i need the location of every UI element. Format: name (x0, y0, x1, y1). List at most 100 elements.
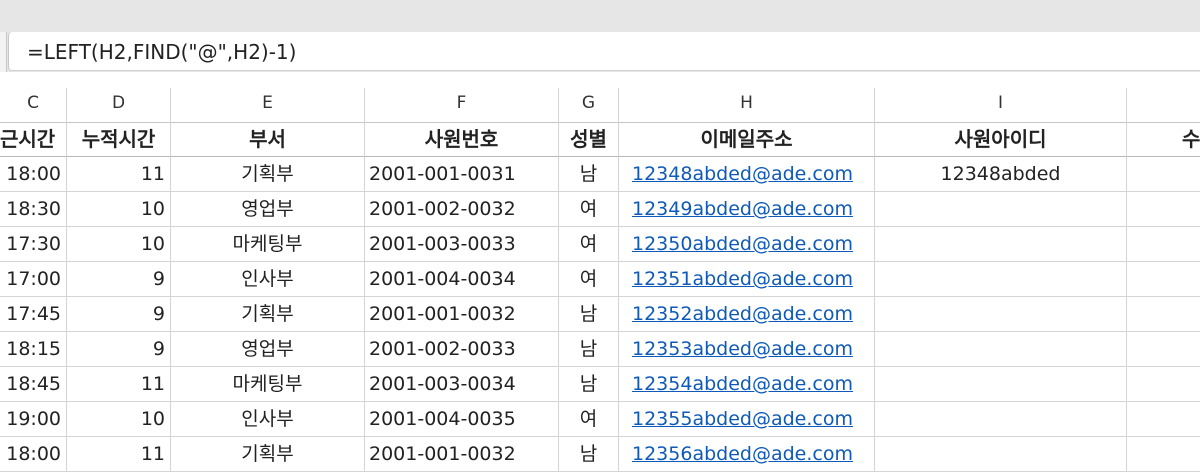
column-header-c[interactable]: C (0, 88, 67, 122)
column-header-d[interactable]: D (67, 88, 171, 122)
cell-hours[interactable]: 9 (67, 297, 171, 332)
cell-empty[interactable] (1127, 297, 1200, 332)
cell-email-link[interactable]: 12349abded@ade.com (619, 192, 875, 227)
column-header-h[interactable]: H (619, 88, 875, 122)
cell-empty[interactable] (1127, 437, 1200, 472)
cell-gender[interactable]: 여 (559, 402, 619, 437)
column-header-e[interactable]: E (171, 88, 365, 122)
cell-id[interactable] (875, 332, 1127, 367)
cell-email-link[interactable]: 12356abded@ade.com (619, 437, 875, 472)
header-cell[interactable]: 이메일주소 (619, 122, 875, 157)
cell-dept[interactable]: 마케팅부 (171, 367, 365, 402)
cell-gender[interactable]: 남 (559, 437, 619, 472)
formula-input[interactable]: =LEFT(H2,FIND("@",H2)-1) (8, 32, 1200, 71)
cell-id[interactable] (875, 192, 1127, 227)
cell-dept[interactable]: 영업부 (171, 192, 365, 227)
column-header-bar: C D E F G H I (0, 88, 1200, 123)
cell-emp-no[interactable]: 2001-004-0035 (365, 402, 559, 437)
cell-hours[interactable]: 9 (67, 332, 171, 367)
spreadsheet-grid[interactable]: C D E F G H I 근시간 누적시간 부서 사원번호 성별 이메일주소 … (0, 72, 1200, 472)
table-row: 17:30 10 마케팅부 2001-003-0033 여 12350abded… (0, 227, 1200, 262)
header-cell[interactable]: 성별 (559, 122, 619, 157)
cell-id[interactable] (875, 367, 1127, 402)
cell-email-link[interactable]: 12350abded@ade.com (619, 227, 875, 262)
cell-email-link[interactable]: 12351abded@ade.com (619, 262, 875, 297)
cell-emp-no[interactable]: 2001-003-0033 (365, 227, 559, 262)
cell-empty[interactable] (1127, 332, 1200, 367)
cell-emp-no[interactable]: 2001-003-0034 (365, 367, 559, 402)
cell-emp-no[interactable]: 2001-001-0032 (365, 437, 559, 472)
cell-gender[interactable]: 남 (559, 367, 619, 402)
cell-dept[interactable]: 인사부 (171, 402, 365, 437)
cell-gender[interactable]: 여 (559, 192, 619, 227)
cell-dept[interactable]: 인사부 (171, 262, 365, 297)
cell-time[interactable]: 17:00 (0, 262, 67, 297)
cell-gender[interactable]: 남 (559, 297, 619, 332)
cell-gender[interactable]: 여 (559, 227, 619, 262)
table-row: 18:00 11 기획부 2001-001-0031 남 12348abded@… (0, 157, 1200, 192)
cell-emp-no[interactable]: 2001-001-0032 (365, 297, 559, 332)
header-cell[interactable]: 근시간 (0, 122, 67, 157)
cell-id[interactable] (875, 402, 1127, 437)
column-header-g[interactable]: G (559, 88, 619, 122)
cell-email-link[interactable]: 12353abded@ade.com (619, 332, 875, 367)
cell-id[interactable]: 12348abded (875, 157, 1127, 192)
cell-empty[interactable] (1127, 262, 1200, 297)
cell-id[interactable] (875, 437, 1127, 472)
cell-id[interactable] (875, 297, 1127, 332)
table-header-row: 근시간 누적시간 부서 사원번호 성별 이메일주소 사원아이디 수 (0, 122, 1200, 157)
header-cell[interactable]: 수 (1127, 122, 1200, 157)
cell-empty[interactable] (1127, 367, 1200, 402)
cell-emp-no[interactable]: 2001-004-0034 (365, 262, 559, 297)
table-row: 18:45 11 마케팅부 2001-003-0034 남 12354abded… (0, 367, 1200, 402)
cell-time[interactable]: 18:00 (0, 437, 67, 472)
cell-empty[interactable] (1127, 402, 1200, 437)
header-cell[interactable]: 사원번호 (365, 122, 559, 157)
header-cell[interactable]: 부서 (171, 122, 365, 157)
cell-gender[interactable]: 여 (559, 262, 619, 297)
cell-dept[interactable]: 마케팅부 (171, 227, 365, 262)
cell-email-link[interactable]: 12348abded@ade.com (619, 157, 875, 192)
cell-empty[interactable] (1127, 192, 1200, 227)
formula-text: =LEFT(H2,FIND("@",H2)-1) (27, 40, 297, 64)
cell-gender[interactable]: 남 (559, 332, 619, 367)
cell-dept[interactable]: 영업부 (171, 332, 365, 367)
cell-hours[interactable]: 10 (67, 402, 171, 437)
column-header-f[interactable]: F (365, 88, 559, 122)
cell-id[interactable] (875, 227, 1127, 262)
cell-dept[interactable]: 기획부 (171, 297, 365, 332)
cell-hours[interactable]: 11 (67, 367, 171, 402)
cell-hours[interactable]: 11 (67, 157, 171, 192)
cell-gender[interactable]: 남 (559, 157, 619, 192)
cell-hours[interactable]: 9 (67, 262, 171, 297)
cell-time[interactable]: 18:15 (0, 332, 67, 367)
cell-email-link[interactable]: 12355abded@ade.com (619, 402, 875, 437)
cell-hours[interactable]: 11 (67, 437, 171, 472)
cell-hours[interactable]: 10 (67, 227, 171, 262)
cell-empty[interactable] (1127, 157, 1200, 192)
name-box-edge[interactable] (0, 32, 7, 72)
cell-time[interactable]: 18:00 (0, 157, 67, 192)
cell-time[interactable]: 17:30 (0, 227, 67, 262)
cell-empty[interactable] (1127, 227, 1200, 262)
table-row: 19:00 10 인사부 2001-004-0035 여 12355abded@… (0, 402, 1200, 437)
cell-id[interactable] (875, 262, 1127, 297)
cell-time[interactable]: 17:45 (0, 297, 67, 332)
cell-time[interactable]: 18:30 (0, 192, 67, 227)
header-cell[interactable]: 누적시간 (67, 122, 171, 157)
cell-time[interactable]: 19:00 (0, 402, 67, 437)
header-cell[interactable]: 사원아이디 (875, 122, 1127, 157)
cell-email-link[interactable]: 12352abded@ade.com (619, 297, 875, 332)
cell-emp-no[interactable]: 2001-002-0033 (365, 332, 559, 367)
cell-emp-no[interactable]: 2001-001-0031 (365, 157, 559, 192)
column-header-j[interactable] (1127, 88, 1200, 122)
table-row: 17:00 9 인사부 2001-004-0034 여 12351abded@a… (0, 262, 1200, 297)
table-row: 17:45 9 기획부 2001-001-0032 남 12352abded@a… (0, 297, 1200, 332)
cell-dept[interactable]: 기획부 (171, 157, 365, 192)
column-header-i[interactable]: I (875, 88, 1127, 122)
cell-dept[interactable]: 기획부 (171, 437, 365, 472)
cell-hours[interactable]: 10 (67, 192, 171, 227)
cell-email-link[interactable]: 12354abded@ade.com (619, 367, 875, 402)
cell-time[interactable]: 18:45 (0, 367, 67, 402)
cell-emp-no[interactable]: 2001-002-0032 (365, 192, 559, 227)
